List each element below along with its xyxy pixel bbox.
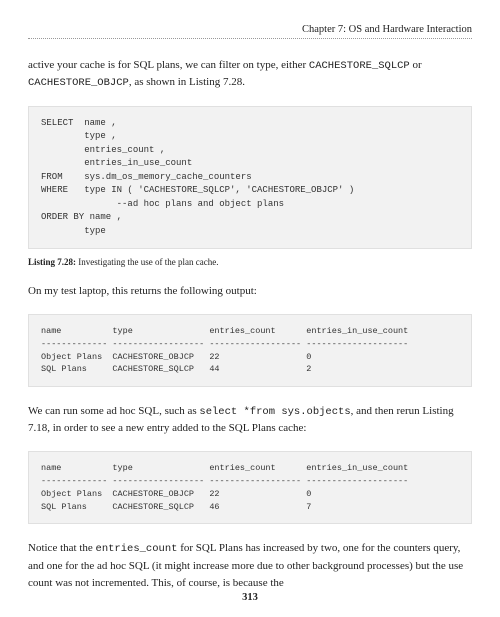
page-number: 313	[0, 592, 500, 603]
code-inline: entries_count	[96, 543, 178, 555]
text-fragment: Notice that the	[28, 542, 96, 554]
paragraph-3: We can run some ad hoc SQL, such as sele…	[28, 403, 472, 437]
code-listing-7-28: SELECT name , type , entries_count , ent…	[28, 106, 472, 250]
code-inline: CACHESTORE_OBJCP	[28, 77, 129, 89]
text-fragment: , as shown in Listing 7.28.	[129, 76, 245, 88]
paragraph-1: active your cache is for SQL plans, we c…	[28, 57, 472, 92]
text-fragment: active your cache is for SQL plans, we c…	[28, 59, 309, 71]
paragraph-4: Notice that the entries_count for SQL Pl…	[28, 540, 472, 591]
chapter-header: Chapter 7: OS and Hardware Interaction	[28, 24, 472, 39]
code-inline: select *from sys.objects	[199, 406, 350, 418]
output-block-2: name type entries_count entries_in_use_c…	[28, 451, 472, 524]
listing-text: Investigating the use of the plan cache.	[76, 257, 218, 267]
listing-caption: Listing 7.28: Investigating the use of t…	[28, 257, 472, 267]
paragraph-2: On my test laptop, this returns the foll…	[28, 283, 472, 300]
text-fragment: We can run some ad hoc SQL, such as	[28, 405, 199, 417]
code-inline: CACHESTORE_SQLCP	[309, 60, 410, 72]
output-block-1: name type entries_count entries_in_use_c…	[28, 314, 472, 387]
listing-label: Listing 7.28:	[28, 257, 76, 267]
text-fragment: or	[410, 59, 422, 71]
